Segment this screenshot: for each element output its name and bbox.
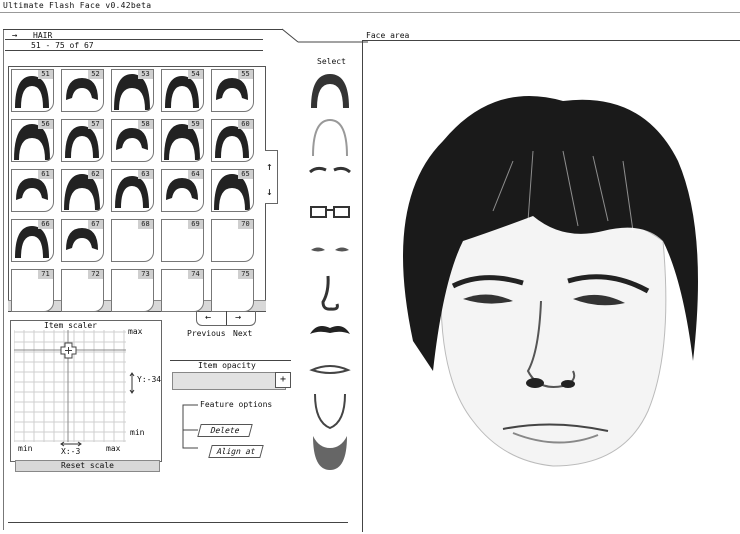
reset-scale-button[interactable]: Reset scale — [15, 460, 160, 472]
hair-item[interactable]: 51 — [11, 69, 54, 112]
header-rule — [3, 29, 283, 30]
range-rule — [5, 50, 263, 51]
item-number: 75 — [238, 270, 253, 279]
item-number: 73 — [138, 270, 153, 279]
empty-hair-slot[interactable]: 69 — [161, 219, 204, 262]
hair-item[interactable]: 52 — [61, 69, 104, 112]
head-shape-icon[interactable] — [307, 112, 353, 156]
beard-icon[interactable] — [307, 430, 353, 474]
left-rule — [3, 30, 4, 530]
item-number: 63 — [138, 170, 153, 179]
item-number: 69 — [188, 220, 203, 229]
item-number: 55 — [238, 70, 253, 79]
hair-item[interactable]: 66 — [11, 219, 54, 262]
app-title: Ultimate Flash Face v0.42beta — [3, 1, 152, 10]
item-number: 65 — [238, 170, 253, 179]
scroll-down-button[interactable]: ↓ — [266, 185, 273, 198]
next-label[interactable]: Next — [233, 329, 252, 338]
feature-options-bracket — [182, 404, 198, 449]
previous-arrow-button[interactable]: ← — [205, 312, 211, 323]
hair-item[interactable]: 56 — [11, 119, 54, 162]
item-number: 52 — [88, 70, 103, 79]
item-number: 60 — [238, 120, 253, 129]
hair-item[interactable]: 58 — [111, 119, 154, 162]
opacity-slider-track[interactable] — [172, 372, 286, 390]
x-readout: X:-3 — [61, 447, 81, 456]
item-number: 54 — [188, 70, 203, 79]
hair-icon[interactable] — [307, 68, 353, 112]
scroll-up-button[interactable]: ↑ — [266, 160, 273, 173]
title-divider — [0, 12, 740, 13]
scaler-min-right: min — [130, 428, 145, 437]
item-number: 58 — [138, 120, 153, 129]
hair-item[interactable]: 57 — [61, 119, 104, 162]
hair-item[interactable]: 65 — [211, 169, 254, 212]
empty-hair-slot[interactable]: 70 — [211, 219, 254, 262]
item-number: 64 — [188, 170, 203, 179]
face-area[interactable] — [362, 40, 740, 532]
item-number: 72 — [88, 270, 103, 279]
hair-item[interactable]: 54 — [161, 69, 204, 112]
hair-item[interactable]: 53 — [111, 69, 154, 112]
header-slant — [281, 28, 368, 43]
hair-item[interactable]: 61 — [11, 169, 54, 212]
feature-options-label: Feature options — [200, 400, 273, 409]
pager-divider — [226, 311, 227, 325]
face-area-label: Face area — [366, 31, 410, 40]
hair-item[interactable]: 63 — [111, 169, 154, 212]
empty-hair-slot[interactable]: 71 — [11, 269, 54, 312]
scaler-min-bottom: min — [18, 444, 33, 453]
bottom-rule — [8, 522, 348, 523]
item-scaler-title: Item scaler — [44, 321, 97, 330]
item-number: 61 — [38, 170, 53, 179]
item-number: 74 — [188, 270, 203, 279]
delete-button[interactable]: Delete — [197, 424, 253, 437]
range-label: 51 - 75 of 67 — [31, 41, 94, 50]
scaler-max-top: max — [128, 327, 143, 336]
scaler-max-bottom: max — [106, 444, 121, 453]
item-number: 59 — [188, 120, 203, 129]
align-at-button[interactable]: Align at — [208, 445, 264, 458]
item-number: 70 — [238, 220, 253, 229]
hair-item[interactable]: 59 — [161, 119, 204, 162]
empty-hair-slot[interactable]: 68 — [111, 219, 154, 262]
item-number: 71 — [38, 270, 53, 279]
hair-item[interactable]: 64 — [161, 169, 204, 212]
hair-item[interactable]: 62 — [61, 169, 104, 212]
hair-item[interactable]: 67 — [61, 219, 104, 262]
previous-label[interactable]: Previous — [187, 329, 226, 338]
y-readout: Y:-34 — [137, 375, 162, 384]
empty-hair-slot[interactable]: 72 — [61, 269, 104, 312]
item-number: 67 — [88, 220, 103, 229]
eyebrows-icon[interactable] — [307, 158, 353, 202]
empty-hair-slot[interactable]: 73 — [111, 269, 154, 312]
category-rule — [5, 39, 263, 40]
item-number: 57 — [88, 120, 103, 129]
item-opacity-label: Item opacity — [198, 361, 256, 370]
nose-icon[interactable] — [307, 272, 353, 316]
empty-hair-slot[interactable]: 75 — [211, 269, 254, 312]
face-composite-image — [403, 96, 698, 467]
item-number: 62 — [88, 170, 103, 179]
item-number: 51 — [38, 70, 53, 79]
item-number: 56 — [38, 120, 53, 129]
item-number: 66 — [38, 220, 53, 229]
item-number: 68 — [138, 220, 153, 229]
item-number: 53 — [138, 70, 153, 79]
mustache-icon[interactable] — [307, 318, 353, 362]
hair-item[interactable]: 55 — [211, 69, 254, 112]
scaler-handle-icon[interactable] — [60, 342, 78, 360]
next-arrow-button[interactable]: → — [235, 312, 241, 323]
hair-item[interactable]: 60 — [211, 119, 254, 162]
vertical-arrows-icon — [129, 372, 135, 394]
opacity-slider-handle[interactable]: + — [275, 372, 291, 388]
select-label: Select — [317, 57, 346, 66]
empty-hair-slot[interactable]: 74 — [161, 269, 204, 312]
opacity-rule — [170, 360, 291, 361]
